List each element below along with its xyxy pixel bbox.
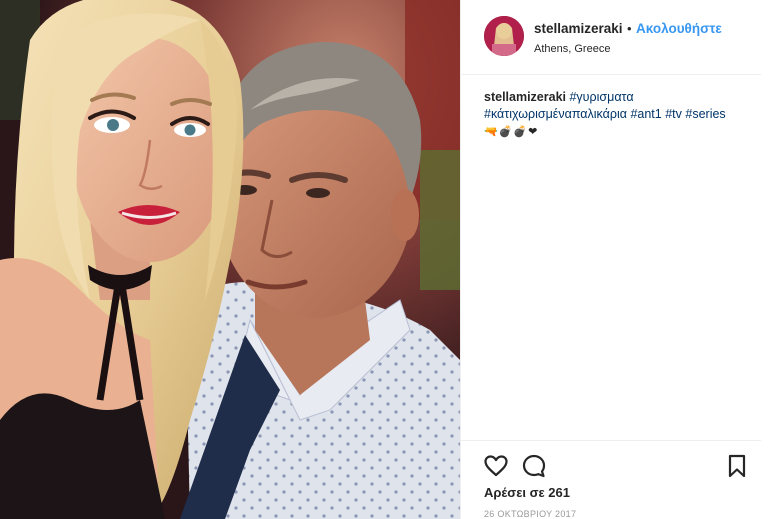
selfie-illustration xyxy=(0,0,460,519)
hashtag-link[interactable]: #tv xyxy=(665,107,682,121)
location-link[interactable]: Athens, Greece xyxy=(534,43,759,55)
heart-outline-icon xyxy=(484,455,508,477)
post-date[interactable]: 26 ΟΚΤΩΒΡΙΟΥ 2017 xyxy=(484,509,576,519)
hashtag-link[interactable]: #γυρισματα xyxy=(569,90,633,104)
speech-bubble-icon xyxy=(522,454,546,478)
header-text: stellamizeraki • Ακολουθήστε Athens, Gre… xyxy=(534,20,759,55)
follow-button[interactable]: Ακολουθήστε xyxy=(636,21,722,36)
hashtag-link[interactable]: #κάτιχωρισμέναπαλικάρια xyxy=(484,107,627,121)
post-side-panel: stellamizeraki • Ακολουθήστε Athens, Gre… xyxy=(460,0,780,519)
post-photo[interactable] xyxy=(0,0,460,519)
save-button[interactable] xyxy=(724,453,750,479)
hashtag-link[interactable]: #series xyxy=(685,107,725,121)
instagram-post: stellamizeraki • Ακολουθήστε Athens, Gre… xyxy=(0,0,780,519)
like-button[interactable] xyxy=(483,453,509,479)
avatar-image xyxy=(484,16,524,56)
header-top-line: stellamizeraki • Ακολουθήστε xyxy=(534,20,759,38)
post-actions: Αρέσει σε 261 26 ΟΚΤΩΒΡΙΟΥ 2017 xyxy=(461,440,761,519)
comment-button[interactable] xyxy=(521,453,547,479)
post-header: stellamizeraki • Ακολουθήστε Athens, Gre… xyxy=(461,0,761,75)
caption-username-link[interactable]: stellamizeraki xyxy=(484,90,566,104)
bookmark-icon xyxy=(728,454,746,478)
likes-count[interactable]: Αρέσει σε 261 xyxy=(484,485,570,500)
separator-dot: • xyxy=(627,21,632,36)
caption-emoji: 🔫💣💣❤ xyxy=(484,126,539,138)
username-link[interactable]: stellamizeraki xyxy=(534,21,623,36)
post-caption: stellamizeraki #γυρισματα #κάτιχωρισμένα… xyxy=(484,89,759,141)
hashtag-link[interactable]: #ant1 xyxy=(630,107,661,121)
avatar[interactable] xyxy=(484,16,524,56)
